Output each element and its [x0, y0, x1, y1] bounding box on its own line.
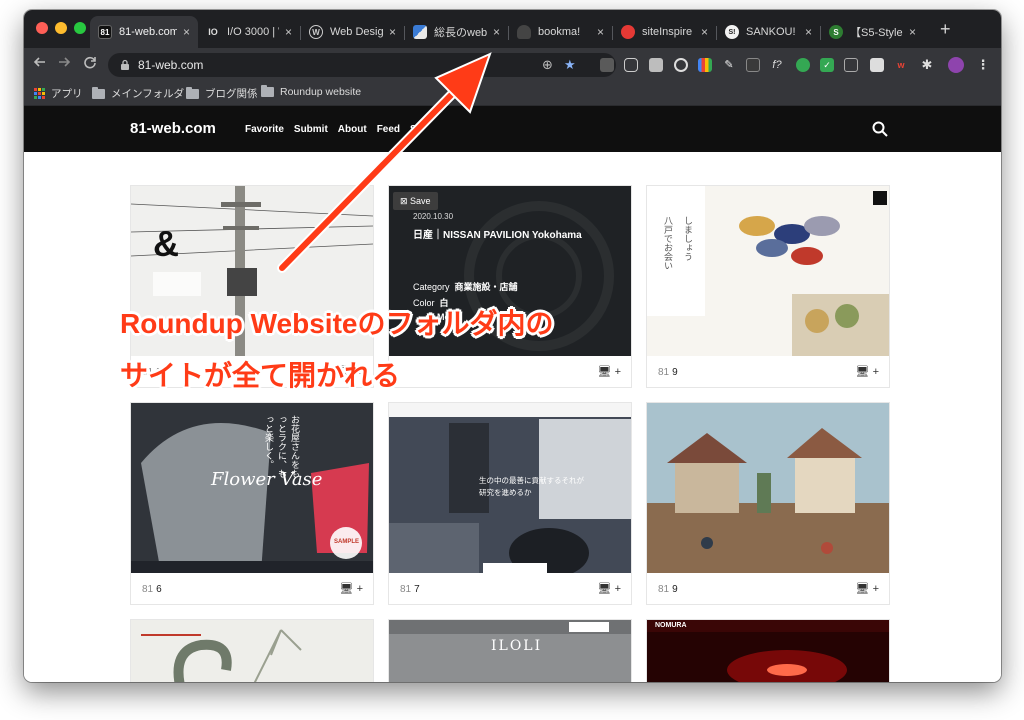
- annotation-text-line1: Roundup Websiteのフォルダ内の: [120, 308, 554, 339]
- annotation-text-line2: サイトが全て開かれる: [120, 360, 401, 391]
